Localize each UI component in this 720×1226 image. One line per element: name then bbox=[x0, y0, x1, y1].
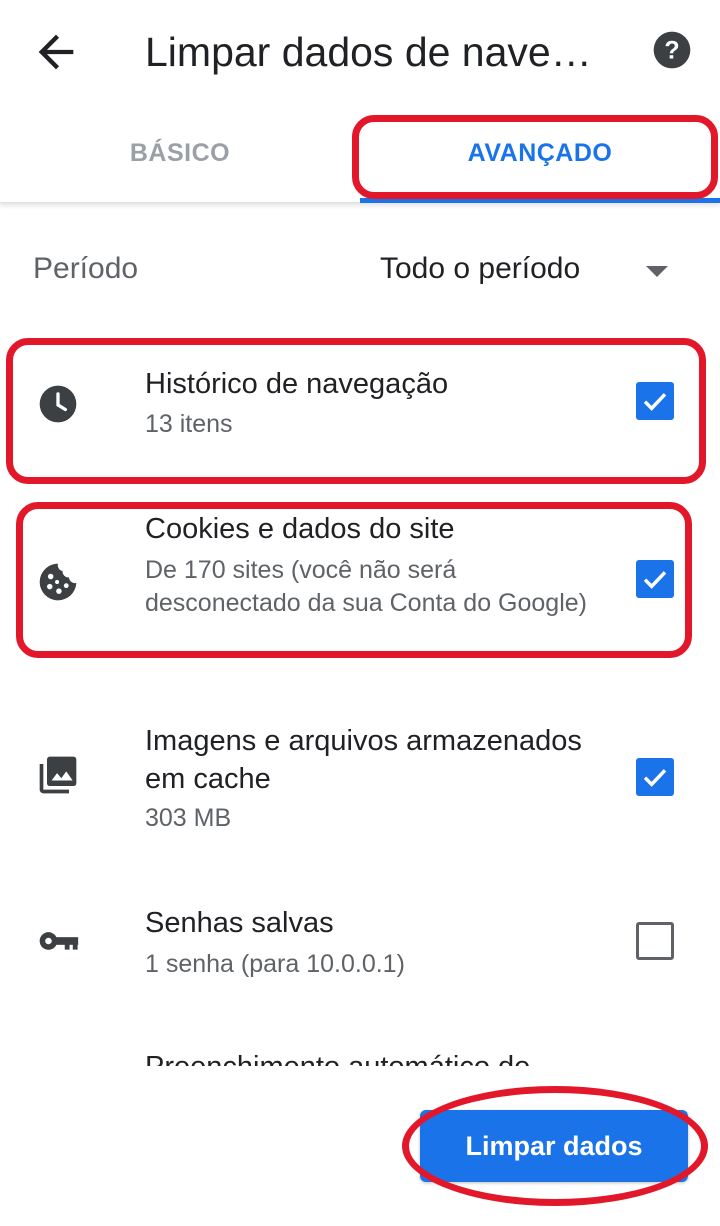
page-title: Limpar dados de nave… bbox=[145, 29, 592, 75]
list-item-history[interactable]: Histórico de navegação 13 itens bbox=[0, 360, 720, 456]
item-subtitle: 1 senha (para 10.0.0.1) bbox=[145, 950, 405, 978]
back-button[interactable] bbox=[30, 26, 82, 78]
list-item-cookies[interactable]: Cookies e dados do site De 170 sites (vo… bbox=[0, 510, 720, 650]
dropdown-arrow-icon bbox=[646, 266, 668, 277]
item-title: Histórico de navegação bbox=[145, 368, 449, 400]
list-item-autofill[interactable]: Preenchimento automático de bbox=[145, 1046, 615, 1066]
check-icon bbox=[643, 571, 667, 589]
app-bar: Limpar dados de nave… ? bbox=[0, 0, 720, 104]
passwords-checkbox[interactable] bbox=[636, 922, 674, 960]
help-icon: ? bbox=[653, 31, 691, 69]
key-icon bbox=[39, 932, 79, 950]
item-title: Preenchimento automático de bbox=[145, 1048, 615, 1066]
item-title: Imagens e arquivos armazenados em cache bbox=[145, 725, 582, 795]
check-icon bbox=[643, 769, 667, 787]
check-icon bbox=[643, 393, 667, 411]
item-title: Cookies e dados do site bbox=[145, 513, 455, 545]
period-dropdown[interactable]: Todo o período bbox=[378, 244, 688, 302]
item-subtitle: 303 MB bbox=[145, 804, 232, 832]
tab-bar: BÁSICO AVANÇADO bbox=[0, 104, 720, 203]
history-checkbox[interactable] bbox=[636, 382, 674, 420]
list-item-cache[interactable]: Imagens e arquivos armazenados em cache … bbox=[0, 720, 720, 840]
item-subtitle: 13 itens bbox=[145, 410, 233, 438]
tab-advanced[interactable]: AVANÇADO bbox=[360, 104, 720, 202]
images-icon bbox=[39, 756, 77, 794]
cache-checkbox[interactable] bbox=[636, 758, 674, 796]
list-item-passwords[interactable]: Senhas salvas 1 senha (para 10.0.0.1) bbox=[0, 900, 720, 990]
period-label: Período bbox=[33, 252, 139, 285]
tab-indicator bbox=[360, 198, 720, 203]
clock-icon bbox=[39, 385, 77, 423]
item-title: Senhas salvas bbox=[145, 907, 334, 939]
cookie-icon bbox=[39, 563, 77, 601]
arrow-back-icon bbox=[38, 34, 74, 70]
period-value: Todo o período bbox=[380, 252, 581, 285]
svg-text:?: ? bbox=[664, 37, 679, 65]
tab-basic[interactable]: BÁSICO bbox=[0, 104, 360, 202]
cookies-checkbox[interactable] bbox=[636, 560, 674, 598]
item-subtitle: De 170 sites (você não será desconectado… bbox=[145, 556, 587, 617]
clear-data-button[interactable]: Limpar dados bbox=[420, 1110, 688, 1182]
help-button[interactable]: ? bbox=[652, 30, 692, 70]
